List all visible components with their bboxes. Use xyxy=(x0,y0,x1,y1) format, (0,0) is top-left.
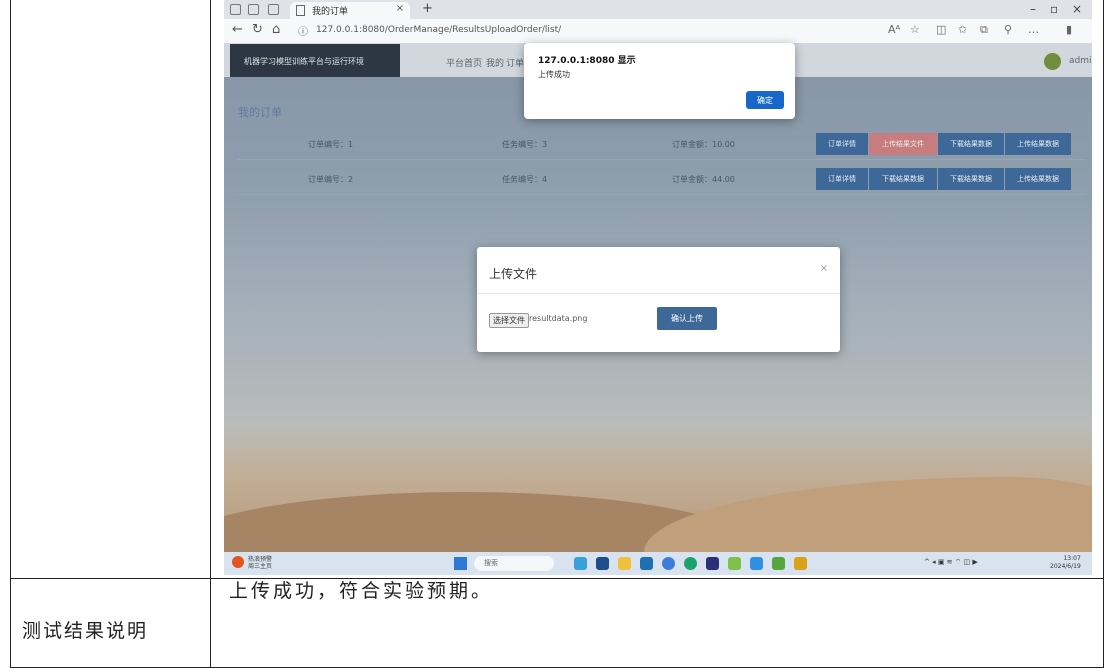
favorite-star-icon[interactable]: ☆ xyxy=(910,23,920,36)
confirm-upload-button[interactable]: 确认上传 xyxy=(657,307,717,330)
nav-item-home[interactable]: 平台首页 xyxy=(446,56,482,69)
table-row-divider xyxy=(10,578,1104,579)
weather-icon[interactable] xyxy=(232,556,244,568)
order-actions: 订单详情 下载结果数据 下载结果数据 上传结果数据 xyxy=(816,168,1071,190)
divider xyxy=(477,293,840,294)
download-result-button[interactable]: 下载结果数据 xyxy=(869,168,937,190)
user-menu[interactable]: admin xyxy=(1069,56,1092,66)
clock-date: 2024/6/19 xyxy=(1050,563,1081,570)
app-icon[interactable] xyxy=(750,557,763,570)
order-actions: 订单详情 上传结果文件 下载结果数据 上传结果数据 xyxy=(816,133,1071,155)
app-icon[interactable] xyxy=(596,557,609,570)
app-icon[interactable] xyxy=(640,557,653,570)
result-text: 上传成功，符合实验预期。 xyxy=(229,580,494,602)
page-icon xyxy=(296,5,305,16)
nav-item-mine[interactable]: 我的 xyxy=(486,56,504,69)
file-explorer-icon[interactable] xyxy=(618,557,631,570)
split-screen-icon[interactable]: ◫ xyxy=(936,23,946,36)
more-icon[interactable]: … xyxy=(1028,23,1039,36)
order-amount: 订单金额：44.00 xyxy=(672,175,735,184)
window-close-icon[interactable]: × xyxy=(1072,2,1082,16)
nav-item-orders[interactable]: 订单 xyxy=(506,56,524,69)
edge-icon[interactable] xyxy=(684,557,697,570)
app-icon[interactable] xyxy=(772,557,785,570)
modal-title: 上传文件 xyxy=(489,267,538,281)
brand-text: 机器学习模型训练平台与运行环境 xyxy=(244,57,364,66)
web-page: 机器学习模型训练平台与运行环境 平台首页 我的 订单 admin 我的订单 订单… xyxy=(224,44,1092,552)
url-field[interactable]: ⓘ 127.0.0.1:8080/OrderManage/ResultsUplo… xyxy=(296,23,856,39)
result-label: 测试结果说明 xyxy=(22,620,149,642)
taskbar-search[interactable]: 搜索 xyxy=(474,556,554,571)
order-detail-button[interactable]: 订单详情 xyxy=(816,133,868,155)
refresh-icon[interactable]: ↻ xyxy=(252,22,263,37)
sidebar-icon[interactable]: ▮ xyxy=(1066,23,1072,36)
upload-result-data-button[interactable]: 上传结果数据 xyxy=(1005,168,1071,190)
tray-icons[interactable]: ^ ◂ ▣ ≋ ⌔ ◫ ▶ xyxy=(924,558,978,567)
order-id: 订单编号：1 xyxy=(308,140,354,149)
weather-subtitle: 周三主页 xyxy=(248,563,273,570)
favorites-icon[interactable]: ✩ xyxy=(958,23,967,36)
weather-title: 热浪预警 xyxy=(248,556,273,563)
extensions-icon[interactable]: ⚲ xyxy=(1004,23,1012,36)
clock[interactable]: 13:07 2024/6/19 xyxy=(1050,555,1081,571)
address-bar: ← ↻ ⌂ ⓘ 127.0.0.1:8080/OrderManage/Resul… xyxy=(224,19,1092,44)
task-id: 任务编号：3 xyxy=(502,140,548,149)
search-placeholder: 搜索 xyxy=(484,559,498,567)
table-border-right xyxy=(1103,0,1104,668)
order-row: 订单编号：1 任务编号：3 订单金额：10.00 订单详情 上传结果文件 下载结… xyxy=(238,129,1086,160)
tab-actions-icon[interactable] xyxy=(268,4,279,15)
info-icon[interactable]: ⓘ xyxy=(298,23,308,38)
background-dune xyxy=(644,477,1092,552)
page-title: 我的订单 xyxy=(238,106,282,119)
taskbar: 热浪预警 周三主页 搜索 ^ ◂ ▣ ≋ ⌔ ◫ ▶ 13:07 2024/6/… xyxy=(224,552,1092,575)
url-text: 127.0.0.1:8080/OrderManage/ResultsUpload… xyxy=(316,25,562,35)
selected-file-name: resultdata.png xyxy=(529,314,588,323)
read-aloud-icon[interactable]: Aᴬ xyxy=(888,23,900,36)
weather-widget[interactable]: 热浪预警 周三主页 xyxy=(248,556,272,570)
alert-dialog: 127.0.0.1:8080 显示 上传成功 确定 xyxy=(524,43,795,119)
upload-result-data-button[interactable]: 上传结果数据 xyxy=(1005,133,1071,155)
download-result-button[interactable]: 下载结果数据 xyxy=(938,133,1004,155)
close-icon[interactable]: × xyxy=(820,263,828,274)
app-icon[interactable] xyxy=(794,557,807,570)
upload-result-file-button[interactable]: 上传结果文件 xyxy=(869,133,937,155)
upload-modal: 上传文件 × 选择文件 resultdata.png 确认上传 xyxy=(477,247,840,352)
profile-icon[interactable] xyxy=(230,4,241,15)
download-result-button[interactable]: 下载结果数据 xyxy=(938,168,1004,190)
order-row: 订单编号：2 任务编号：4 订单金额：44.00 订单详情 下载结果数据 下载结… xyxy=(238,164,1086,195)
home-icon[interactable]: ⌂ xyxy=(272,22,280,37)
browser-tab[interactable]: 我的订单 × xyxy=(290,2,410,19)
order-id: 订单编号：2 xyxy=(308,175,354,184)
close-icon[interactable]: × xyxy=(396,3,404,14)
ok-button[interactable]: 确定 xyxy=(746,91,784,109)
collections-icon[interactable]: ⧉ xyxy=(980,23,988,37)
back-icon[interactable]: ← xyxy=(232,22,243,37)
choose-file-button[interactable]: 选择文件 xyxy=(489,313,529,328)
alert-message: 上传成功 xyxy=(538,70,570,79)
alert-title: 127.0.0.1:8080 显示 xyxy=(538,56,636,66)
table-border-left xyxy=(10,0,11,668)
app-icon[interactable] xyxy=(706,557,719,570)
browser-tab-bar: 我的订单 × + – ▫ × xyxy=(224,0,1092,19)
task-id: 任务编号：4 xyxy=(502,175,548,184)
order-detail-button[interactable]: 订单详情 xyxy=(816,168,868,190)
order-amount: 订单金额：10.00 xyxy=(672,140,735,149)
app-icon[interactable] xyxy=(662,557,675,570)
clock-time: 13:07 xyxy=(1063,555,1081,562)
maximize-icon[interactable]: ▫ xyxy=(1050,2,1058,16)
workspaces-icon[interactable] xyxy=(248,4,259,15)
avatar[interactable] xyxy=(1044,53,1061,70)
table-column-divider xyxy=(210,0,211,668)
screenshot: 我的订单 × + – ▫ × ← ↻ ⌂ ⓘ 127.0.0.1:8080/Or… xyxy=(224,0,1092,575)
tab-title: 我的订单 xyxy=(312,7,349,17)
app-brand[interactable]: 机器学习模型训练平台与运行环境 xyxy=(230,44,400,77)
minimize-icon[interactable]: – xyxy=(1030,2,1036,16)
app-icon[interactable] xyxy=(574,557,587,570)
new-tab-icon[interactable]: + xyxy=(422,1,433,16)
start-icon[interactable] xyxy=(454,557,467,570)
app-icon[interactable] xyxy=(728,557,741,570)
